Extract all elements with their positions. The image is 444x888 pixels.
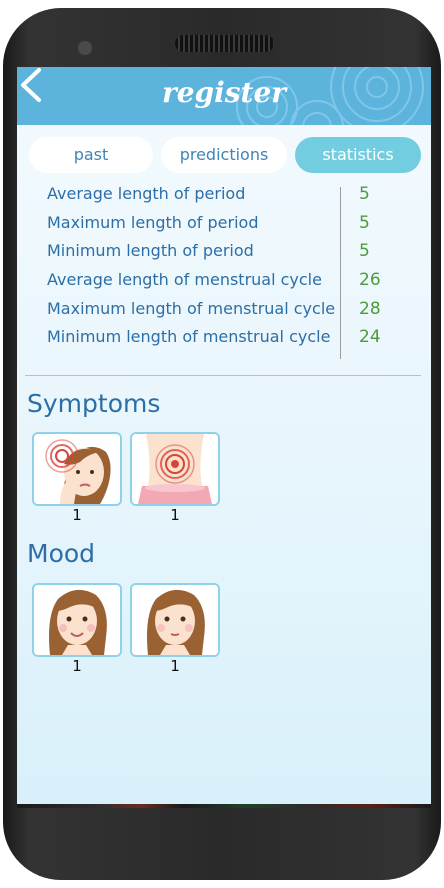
mood-count: 1 xyxy=(170,657,180,675)
tab-bar: past predictions statistics xyxy=(29,137,421,173)
symptoms-heading: Symptoms xyxy=(27,389,161,418)
stat-value: 5 xyxy=(359,212,370,233)
statistics-table: Average length of period 5 Maximum lengt… xyxy=(47,181,411,353)
symptom-count: 1 xyxy=(72,506,82,524)
stat-row: Average length of menstrual cycle 26 xyxy=(47,267,411,296)
stat-value: 26 xyxy=(359,270,381,291)
stat-value: 5 xyxy=(359,184,370,204)
stat-row: Average length of period 5 xyxy=(47,181,411,210)
tab-past[interactable]: past xyxy=(29,137,153,173)
tab-predictions[interactable]: predictions xyxy=(161,137,287,173)
stat-row: Minimum length of menstrual cycle 24 xyxy=(47,324,411,353)
stat-row: Maximum length of menstrual cycle 28 xyxy=(47,296,411,325)
symptom-count: 1 xyxy=(170,506,180,524)
stat-label: Average length of menstrual cycle xyxy=(47,270,322,290)
calm-face-icon xyxy=(132,585,218,655)
stat-label: Average length of period xyxy=(47,184,246,203)
tab-statistics[interactable]: statistics xyxy=(295,137,421,173)
mood-happy-tile[interactable] xyxy=(32,583,122,657)
symptom-headache-tile[interactable] xyxy=(32,432,122,506)
mood-count: 1 xyxy=(72,657,82,675)
section-divider xyxy=(25,375,421,376)
stat-label: Minimum length of period xyxy=(47,241,254,261)
bottom-bezel xyxy=(17,804,431,808)
mood-heading: Mood xyxy=(27,539,96,568)
app-screen: register past predictions statistics Ave… xyxy=(17,67,431,804)
page-title: register xyxy=(161,76,287,109)
stat-label: Maximum length of period xyxy=(47,212,259,232)
front-camera-icon xyxy=(78,41,92,55)
stat-value: 28 xyxy=(359,298,381,319)
symptom-abdominal-pain-tile[interactable] xyxy=(130,432,220,506)
earpiece-speaker xyxy=(175,35,274,52)
stat-value: 24 xyxy=(359,327,381,348)
stat-row: Maximum length of period 5 xyxy=(47,210,411,239)
abdominal-pain-icon xyxy=(132,434,218,504)
happy-face-icon xyxy=(34,585,120,655)
headache-face-icon xyxy=(34,434,120,504)
stat-label: Maximum length of menstrual cycle xyxy=(47,298,336,318)
mood-calm-tile[interactable] xyxy=(130,583,220,657)
stat-value: 5 xyxy=(359,241,370,262)
header-bar: register xyxy=(17,67,431,125)
stat-label: Minimum length of menstrual cycle xyxy=(47,327,331,347)
stat-row: Minimum length of period 5 xyxy=(47,238,411,267)
